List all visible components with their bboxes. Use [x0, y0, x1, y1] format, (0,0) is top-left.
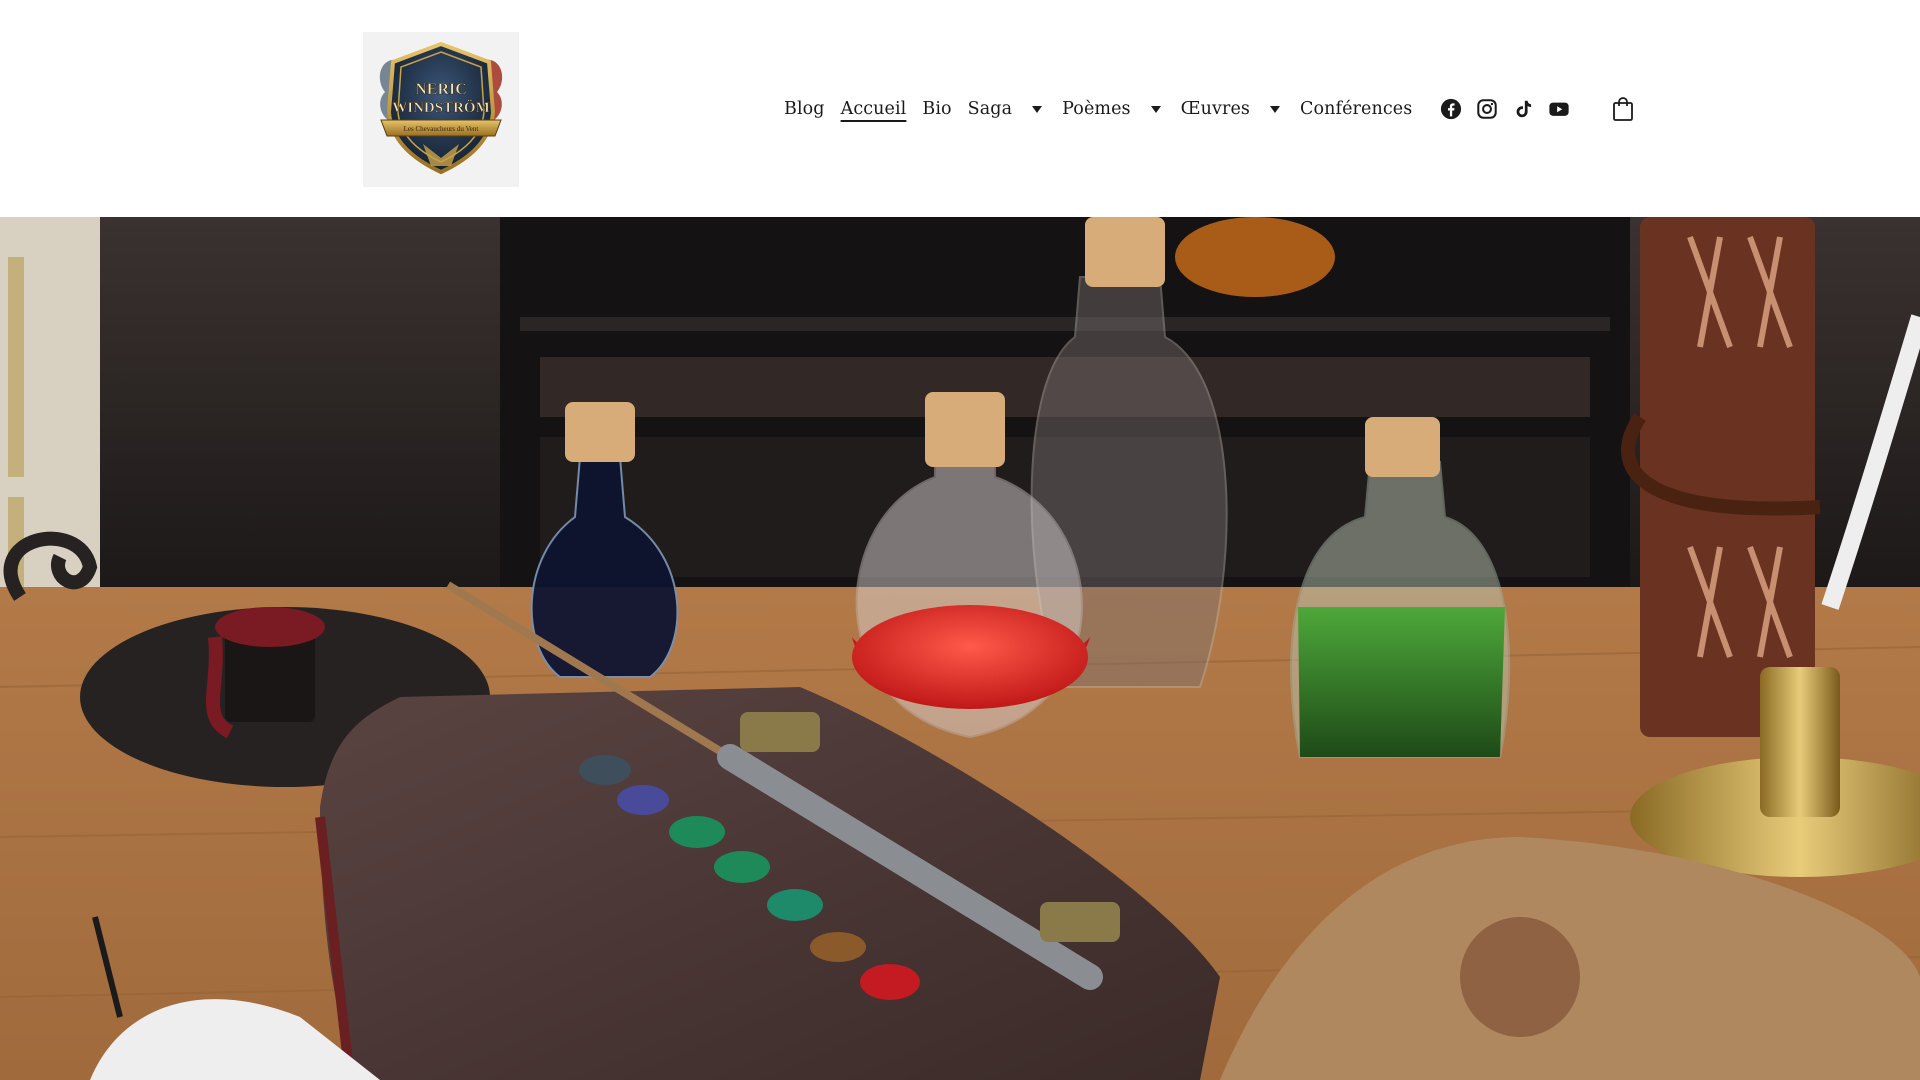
caret-down-icon[interactable] — [1270, 105, 1281, 113]
nav-label: Blog — [784, 99, 825, 119]
nav-item-oeuvres[interactable]: Œuvres — [1181, 99, 1284, 119]
nav-item-saga[interactable]: Saga — [968, 99, 1046, 119]
nav-item-poemes[interactable]: Poèmes — [1062, 99, 1165, 119]
nav-label: Conférences — [1300, 99, 1413, 119]
logo-emblem: NERIC WINDSTRÖM Les Chevaucheurs du Vent — [363, 32, 519, 187]
nav-label: Poèmes — [1062, 99, 1131, 119]
nav-label: Bio — [922, 99, 952, 119]
shopping-bag-icon[interactable] — [1612, 96, 1634, 122]
nav-label: Accueil — [840, 99, 907, 119]
site-header: NERIC WINDSTRÖM Les Chevaucheurs du Vent… — [0, 0, 1920, 217]
nav-label: Œuvres — [1180, 99, 1251, 119]
instagram-icon[interactable] — [1476, 98, 1498, 120]
alchemy-desk-illustration — [0, 217, 1920, 1080]
logo-name-line2: WINDSTRÖM — [392, 99, 490, 116]
site-logo[interactable]: NERIC WINDSTRÖM Les Chevaucheurs du Vent — [363, 32, 519, 187]
logo-name-line1: NERIC — [415, 81, 467, 98]
nav-item-accueil[interactable]: Accueil — [841, 99, 907, 119]
caret-down-icon[interactable] — [1032, 105, 1043, 113]
youtube-icon[interactable] — [1548, 98, 1570, 120]
caret-down-icon[interactable] — [1150, 105, 1161, 113]
nav-item-conferences[interactable]: Conférences — [1300, 99, 1412, 119]
tiktok-icon[interactable] — [1512, 98, 1534, 120]
main-nav: Blog Accueil Bio Saga Poèmes Œuvres Conf… — [784, 92, 1634, 126]
facebook-icon[interactable] — [1440, 98, 1462, 120]
logo-banner-text: Les Chevaucheurs du Vent — [404, 125, 479, 133]
social-links — [1440, 98, 1584, 120]
nav-item-bio[interactable]: Bio — [922, 99, 951, 119]
nav-item-blog[interactable]: Blog — [784, 99, 825, 119]
hero-image — [0, 217, 1920, 1080]
nav-label: Saga — [967, 99, 1013, 119]
